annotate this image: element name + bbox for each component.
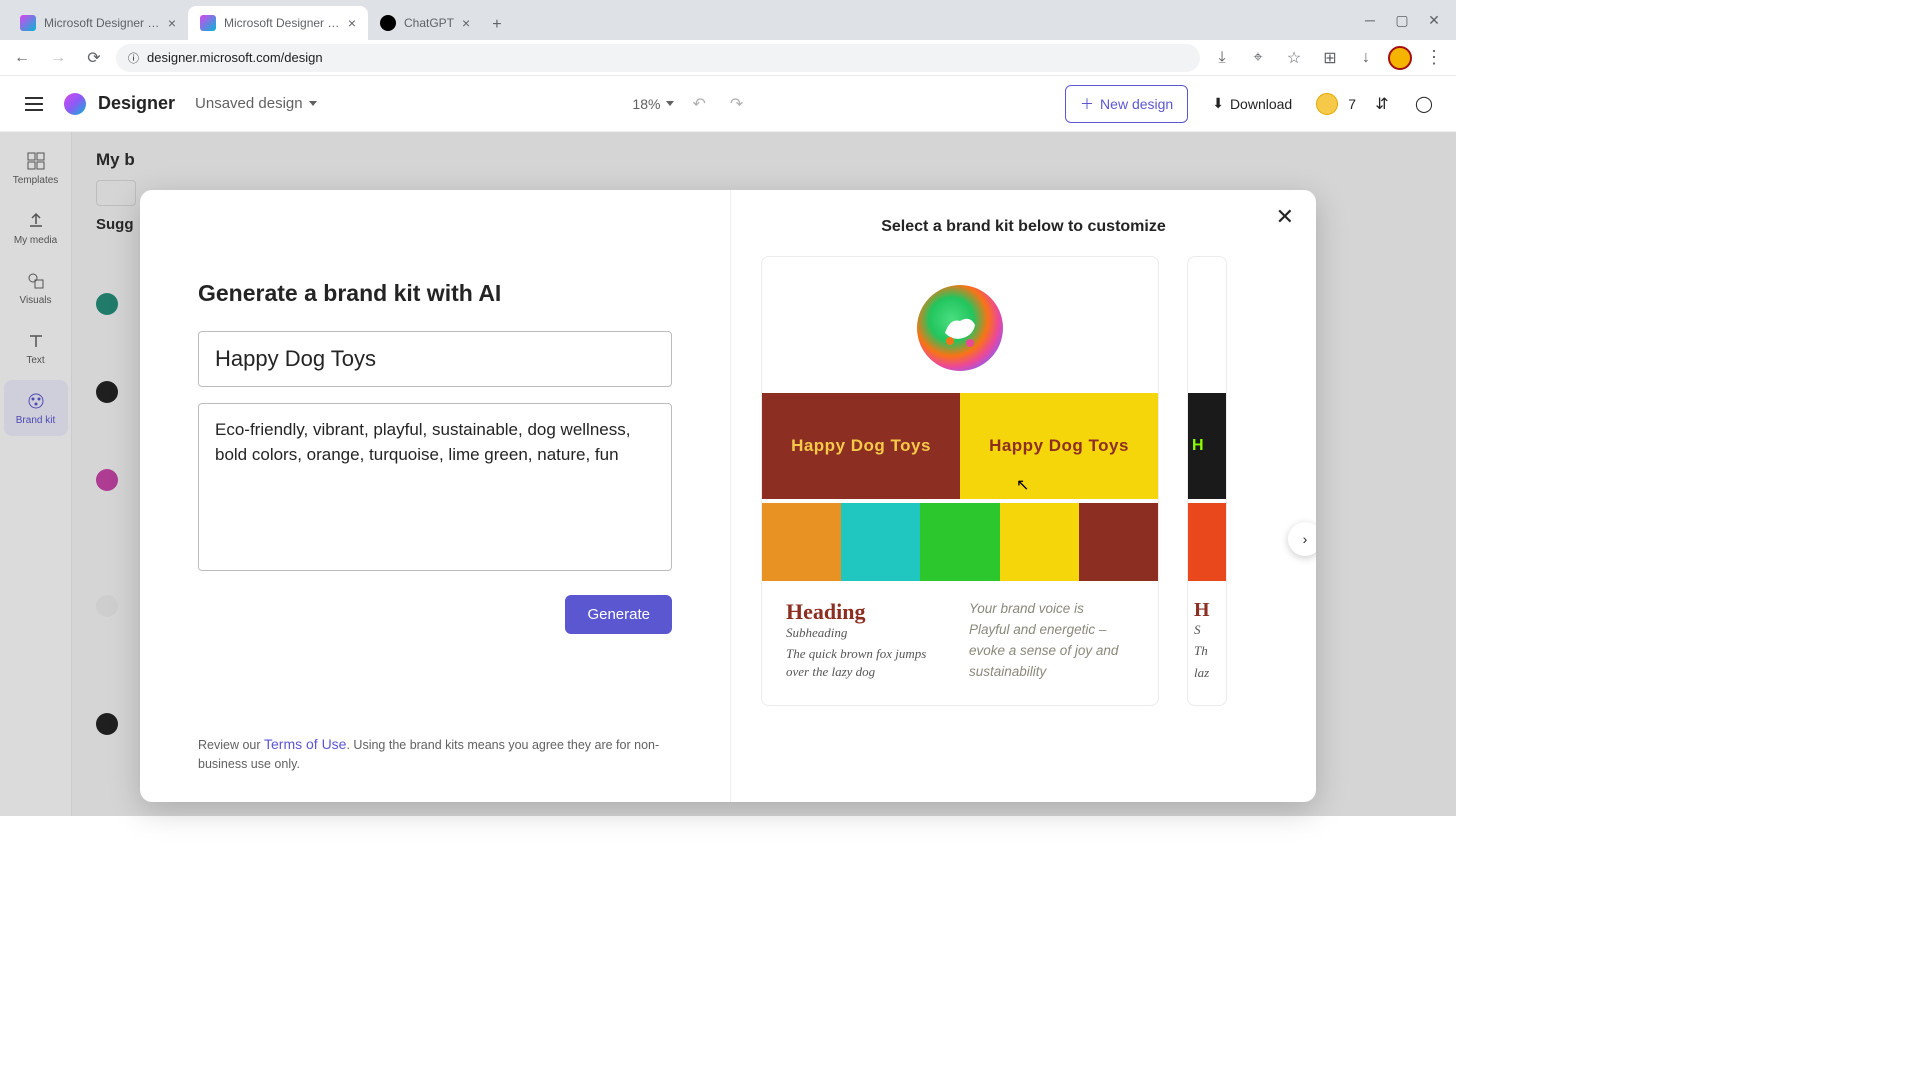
tab-title: Microsoft Designer - Stunning (224, 16, 340, 30)
brand-tile-peek: H (1188, 393, 1226, 499)
right-heading: Select a brand kit below to customize (761, 218, 1286, 236)
design-name-dropdown[interactable]: Unsaved design (195, 95, 317, 112)
brand-tile-dark: Happy Dog Toys (762, 393, 960, 499)
undo-button[interactable]: ↶ (686, 94, 711, 114)
profile-avatar[interactable] (1388, 46, 1412, 70)
designer-logo-icon (64, 93, 86, 115)
back-icon[interactable]: ← (8, 44, 36, 72)
close-icon[interactable]: × (462, 15, 470, 31)
downloads-icon[interactable]: ↓ (1352, 44, 1380, 72)
modal-heading: Generate a brand kit with AI (198, 280, 672, 307)
account-icon[interactable]: ◯ (1408, 88, 1440, 120)
terms-link[interactable]: Terms of Use (264, 736, 346, 752)
credits-count: 7 (1348, 96, 1356, 112)
brand-voice-block: Your brand voice is Playful and energeti… (969, 599, 1134, 683)
address-bar[interactable]: ⓘ designer.microsoft.com/design (116, 44, 1200, 72)
palette-swatch[interactable] (1000, 503, 1079, 581)
generate-button[interactable]: Generate (565, 595, 672, 634)
share-icon[interactable]: ⇵ (1366, 88, 1398, 120)
palette-swatch[interactable] (841, 503, 920, 581)
minimize-icon[interactable]: ─ (1356, 10, 1384, 30)
browser-tab-active[interactable]: Microsoft Designer - Stunning × (188, 6, 368, 40)
new-design-button[interactable]: ＋ New design (1065, 85, 1188, 123)
kit-heading-sample: Heading (786, 599, 951, 625)
palette-swatch[interactable] (1079, 503, 1158, 581)
zoom-dropdown[interactable]: 18% (632, 96, 674, 112)
plus-icon: ＋ (1080, 94, 1094, 114)
close-window-icon[interactable]: ✕ (1420, 10, 1448, 30)
browser-tab[interactable]: Microsoft Designer - Stunning × (8, 6, 188, 40)
tab-title: Microsoft Designer - Stunning (44, 16, 160, 30)
color-palette (762, 503, 1158, 581)
site-info-icon[interactable]: ⓘ (128, 50, 139, 66)
chevron-down-icon (309, 101, 317, 106)
download-icon: ⬇ (1212, 95, 1224, 112)
brand-logo (917, 285, 1003, 371)
app-name: Designer (98, 93, 175, 114)
palette-swatch[interactable] (762, 503, 841, 581)
browser-tab[interactable]: ChatGPT × (368, 6, 482, 40)
close-modal-button[interactable]: ✕ (1276, 204, 1294, 230)
install-icon[interactable]: ⤓ (1208, 44, 1236, 72)
terms-text: Review our Terms of Use. Using the brand… (198, 734, 672, 774)
brand-kit-card[interactable]: Happy Dog Toys Happy Dog Toys (761, 256, 1159, 706)
next-kit-button[interactable]: › (1288, 522, 1316, 556)
brand-kit-modal: ✕ Generate a brand kit with AI Eco-frien… (140, 190, 1316, 802)
kit-subheading-sample: Subheading (786, 625, 951, 641)
brand-description-input[interactable]: Eco-friendly, vibrant, playful, sustaina… (198, 403, 672, 571)
extensions-icon[interactable]: ⊞ (1316, 44, 1344, 72)
chevron-down-icon (666, 101, 674, 106)
close-icon[interactable]: × (348, 15, 356, 31)
tab-favicon (200, 15, 216, 31)
palette-swatch[interactable] (920, 503, 999, 581)
bookmark-icon[interactable]: ☆ (1280, 44, 1308, 72)
translate-icon[interactable]: ⌖ (1244, 44, 1272, 72)
credits-badge[interactable] (1316, 93, 1338, 115)
modal-overlay: ✕ Generate a brand kit with AI Eco-frien… (0, 132, 1456, 816)
tab-title: ChatGPT (404, 16, 454, 30)
reload-icon[interactable]: ⟳ (80, 44, 108, 72)
brand-kit-card-next[interactable]: H H S Th laz (1187, 256, 1227, 706)
menu-button[interactable] (16, 86, 52, 122)
menu-icon[interactable]: ⋮ (1420, 44, 1448, 72)
maximize-icon[interactable]: ▢ (1388, 10, 1416, 30)
kit-body-sample: The quick brown fox jumps over the lazy … (786, 645, 951, 681)
download-button[interactable]: ⬇ Download (1198, 87, 1306, 120)
close-icon[interactable]: × (168, 15, 176, 31)
brand-tile-light: Happy Dog Toys (960, 393, 1158, 499)
url-text: designer.microsoft.com/design (147, 50, 323, 65)
palette-peek (1188, 503, 1226, 581)
tab-favicon (20, 15, 36, 31)
redo-button[interactable]: ↷ (724, 94, 749, 114)
tab-favicon (380, 15, 396, 31)
new-tab-button[interactable]: + (482, 10, 511, 40)
forward-icon: → (44, 44, 72, 72)
brand-name-input[interactable] (198, 331, 672, 387)
